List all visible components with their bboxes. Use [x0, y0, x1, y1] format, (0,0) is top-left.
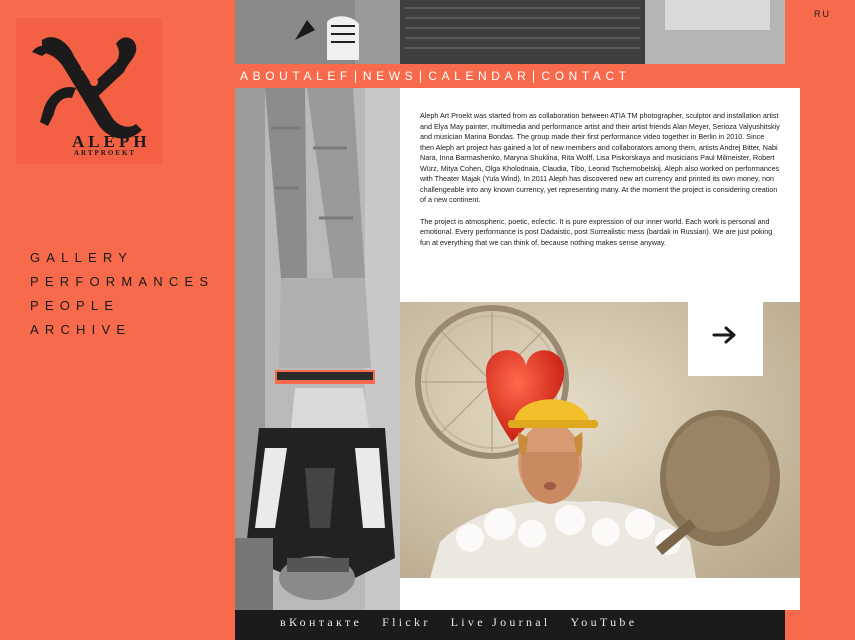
nav-separator	[420, 69, 422, 83]
top-nav-about[interactable]: AboutAlef	[240, 69, 352, 83]
top-photo	[235, 0, 785, 64]
logo-subtitle: ARTPROEKT	[74, 149, 137, 157]
about-paragraph-1: Aleph Art Proekt was started from as col…	[420, 111, 780, 204]
headstand-photo	[235, 88, 400, 610]
side-nav-performances[interactable]: Performances	[30, 270, 214, 294]
side-navigation: Gallery Performances People Archive	[30, 246, 214, 342]
about-text-panel: Aleph Art Proekt was started from as col…	[400, 88, 800, 302]
next-button[interactable]	[688, 302, 763, 376]
about-paragraph-2: The project is atmospheric, poetic, ecle…	[420, 216, 773, 247]
side-nav-archive[interactable]: Archive	[30, 318, 214, 342]
nav-separator	[354, 69, 356, 83]
top-nav-contact[interactable]: Contact	[541, 69, 630, 83]
top-navigation: AboutAlef News Calendar Contact	[235, 64, 785, 88]
footer-link-vkontakte[interactable]: вКонтакте	[280, 615, 362, 630]
language-switch[interactable]: RU	[814, 9, 831, 19]
footer-link-flickr[interactable]: Flickr	[382, 615, 430, 630]
site-logo[interactable]: ALEPH ARTPROEKT	[16, 18, 162, 164]
headstand-photo-image	[235, 88, 400, 610]
footer: вКонтакте Flickr Live Journal YouTube	[235, 610, 785, 640]
nav-separator	[533, 69, 535, 83]
top-photo-image	[235, 0, 785, 64]
top-nav-news[interactable]: News	[363, 69, 417, 83]
footer-link-youtube[interactable]: YouTube	[571, 615, 638, 630]
footer-link-live-journal[interactable]: Live Journal	[451, 615, 551, 630]
top-nav-calendar[interactable]: Calendar	[428, 69, 530, 83]
side-nav-gallery[interactable]: Gallery	[30, 246, 214, 270]
side-nav-people[interactable]: People	[30, 294, 214, 318]
arrow-right-icon	[712, 326, 736, 344]
panel-footer-space	[400, 578, 800, 610]
aleph-logo-icon	[32, 37, 142, 139]
